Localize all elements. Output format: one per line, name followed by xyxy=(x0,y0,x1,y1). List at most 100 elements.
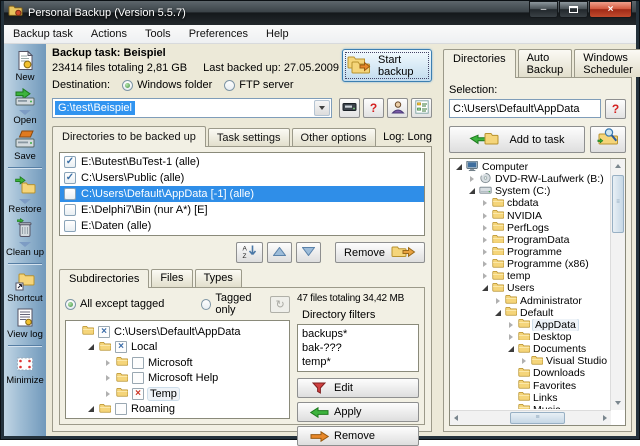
tag-checkbox-icon[interactable] xyxy=(132,372,144,384)
browser-tree-row[interactable]: Computer xyxy=(453,161,609,173)
menu-tools[interactable]: Tools xyxy=(136,26,180,42)
expand-icon[interactable] xyxy=(481,213,489,219)
tagged-only-radio[interactable]: Tagged only xyxy=(201,292,270,316)
subdir-tree-row[interactable]: ×Temp xyxy=(66,386,289,402)
subdir-tree-row[interactable]: Microsoft Help xyxy=(66,371,289,387)
tab-auto-backup[interactable]: Auto Backup xyxy=(518,49,573,77)
browser-tree-row[interactable]: Visual Studio 200 xyxy=(453,355,609,367)
destination-windows-folder-radio[interactable]: Windows folder xyxy=(122,79,212,91)
refresh-button[interactable]: ↻ xyxy=(270,296,290,313)
browser-tree-row[interactable]: AppData xyxy=(453,319,609,331)
expand-icon[interactable] xyxy=(481,237,489,243)
subdir-tree-row[interactable]: ×Local xyxy=(66,340,289,356)
add-to-task-button[interactable]: Add to task xyxy=(449,126,585,153)
checkbox-icon[interactable] xyxy=(64,204,76,216)
tab-task-settings[interactable]: Task settings xyxy=(208,128,290,146)
expand-icon[interactable] xyxy=(104,360,112,366)
subdir-tree-row[interactable]: Microsoft xyxy=(66,355,289,371)
filter-item[interactable]: bak-??? xyxy=(302,341,414,355)
expand-icon[interactable] xyxy=(104,375,112,381)
user-button[interactable] xyxy=(387,98,408,118)
remove-directory-button[interactable]: Remove xyxy=(335,242,425,263)
vertical-scrollbar[interactable]: ≡ xyxy=(610,159,625,410)
browser-tree-row[interactable]: System (C:) xyxy=(453,185,609,197)
expand-icon[interactable] xyxy=(468,176,476,182)
backup-dir-row[interactable]: E:\Delphi7\Bin (nur A*) [E] xyxy=(60,202,424,218)
tab-directories-to-be-backed-up[interactable]: Directories to be backed up xyxy=(52,126,206,147)
browser-tree-row[interactable]: Desktop xyxy=(453,331,609,343)
combo-dropdown-button[interactable] xyxy=(314,100,330,116)
search-directories-button[interactable] xyxy=(590,126,626,153)
browser-tree-row[interactable]: Music xyxy=(453,404,609,409)
tab-other-options[interactable]: Other options xyxy=(292,128,376,146)
close-window-button[interactable]: × xyxy=(589,1,632,18)
browser-tree-row[interactable]: Links xyxy=(453,392,609,404)
selection-help-button[interactable]: ? xyxy=(605,99,626,119)
menu-help[interactable]: Help xyxy=(257,26,298,42)
help-button[interactable]: ? xyxy=(363,98,384,118)
expand-icon[interactable] xyxy=(481,225,489,231)
maximize-window-button[interactable] xyxy=(559,1,588,18)
expand-icon[interactable] xyxy=(507,334,515,340)
directory-filters-list[interactable]: backups*bak-???temp* xyxy=(297,324,419,372)
collapse-icon[interactable] xyxy=(87,406,95,412)
tab-types[interactable]: Types xyxy=(195,269,242,287)
edit-filter-button[interactable]: Edit xyxy=(297,378,419,398)
browser-tree-row[interactable]: Programme xyxy=(453,246,609,258)
tag-checkbox-icon[interactable] xyxy=(132,357,144,369)
browser-tree-row[interactable]: ProgramData xyxy=(453,234,609,246)
backup-dir-row[interactable]: C:\Users\Default\AppData [-1] (alle) xyxy=(60,186,424,202)
target-path-combobox[interactable]: G:\test\Beispiel xyxy=(52,98,332,118)
scrollbar-thumb[interactable]: ≡ xyxy=(510,412,565,424)
subdir-tree-row[interactable]: ×C:\Users\Default\AppData xyxy=(66,324,289,340)
collapse-icon[interactable] xyxy=(481,285,489,291)
directory-tree-button[interactable] xyxy=(411,98,432,118)
toolbar-save-button[interactable]: Save xyxy=(12,128,38,162)
tag-checkbox-icon[interactable]: × xyxy=(98,326,110,338)
browser-tree-row[interactable]: Default xyxy=(453,307,609,319)
subdir-tree-row[interactable]: Roaming xyxy=(66,402,289,418)
expand-icon[interactable] xyxy=(104,391,112,397)
toolbar-new-button[interactable]: New xyxy=(12,49,38,83)
expand-icon[interactable] xyxy=(494,298,502,304)
browser-tree-row[interactable]: temp xyxy=(453,270,609,282)
toolbar-shortcut-button[interactable]: Shortcut xyxy=(7,270,42,304)
destination-ftp-server-radio[interactable]: FTP server xyxy=(224,79,293,91)
expand-icon[interactable] xyxy=(507,322,515,328)
browser-tree-row[interactable]: PerfLogs xyxy=(453,222,609,234)
checkbox-icon[interactable]: ✓ xyxy=(64,172,76,184)
tag-checkbox-icon[interactable]: × xyxy=(132,388,144,400)
sort-button[interactable]: AZ xyxy=(236,242,263,263)
browser-tree-row[interactable]: cbdata xyxy=(453,197,609,209)
tag-checkbox-icon[interactable] xyxy=(115,403,127,415)
tab-files[interactable]: Files xyxy=(151,269,192,287)
collapse-icon[interactable] xyxy=(494,310,502,316)
directory-browser-tree[interactable]: ComputerDVD-RW-Laufwerk (B:)System (C:)c… xyxy=(453,161,609,409)
toolbar-clean-up-button[interactable]: Clean up xyxy=(6,217,44,258)
expand-icon[interactable] xyxy=(481,261,489,267)
expand-icon[interactable] xyxy=(481,249,489,255)
move-down-button[interactable] xyxy=(296,242,321,263)
toolbar-minimize-button[interactable]: Minimize xyxy=(6,352,43,386)
filter-item[interactable]: backups* xyxy=(302,327,414,341)
menu-preferences[interactable]: Preferences xyxy=(180,26,257,42)
tag-checkbox-icon[interactable]: × xyxy=(115,341,127,353)
tab-subdirectories[interactable]: Subdirectories xyxy=(59,269,149,288)
tab-directories[interactable]: Directories xyxy=(443,49,516,78)
backup-directories-list[interactable]: ✓E:\Butest\BuTest-1 (alle)✓C:\Users\Publ… xyxy=(59,152,425,236)
move-up-button[interactable] xyxy=(267,242,292,263)
collapse-icon[interactable] xyxy=(455,164,463,170)
menu-actions[interactable]: Actions xyxy=(82,26,136,42)
apply-filter-button[interactable]: Apply xyxy=(297,402,419,422)
collapse-icon[interactable] xyxy=(87,344,95,350)
expand-icon[interactable] xyxy=(520,358,528,364)
browser-tree-row[interactable]: Documents xyxy=(453,343,609,355)
start-backup-button[interactable]: Start backup xyxy=(342,49,432,82)
browser-tree-row[interactable]: Programme (x86) xyxy=(453,258,609,270)
browser-tree-row[interactable]: Users xyxy=(453,282,609,294)
browser-tree-row[interactable]: DVD-RW-Laufwerk (B:) xyxy=(453,173,609,185)
browser-tree-row[interactable]: Downloads xyxy=(453,367,609,379)
subdir-tree-row[interactable]: Macromedia xyxy=(66,417,289,419)
backup-dir-row[interactable]: ✓E:\Butest\BuTest-1 (alle) xyxy=(60,154,424,170)
target-drive-button[interactable] xyxy=(339,98,360,118)
